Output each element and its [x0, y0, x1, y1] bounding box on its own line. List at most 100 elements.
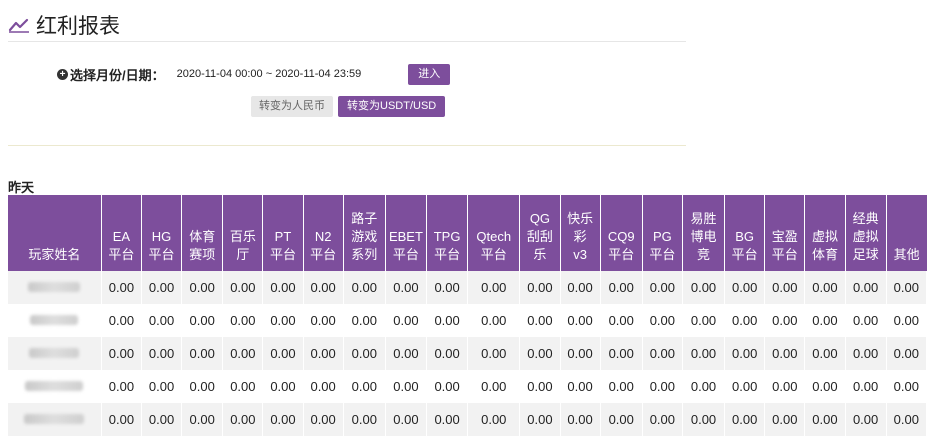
currency-toggle: 转变为人民币 转变为USDT/USD [251, 96, 446, 117]
period-label: 昨天 [8, 180, 35, 195]
amount-cell: 0.00 [886, 403, 928, 436]
column-header: CQ9 平台 [600, 195, 643, 271]
amount-cell: 0.00 [804, 304, 846, 337]
column-header: 路子 游戏 系列 [343, 195, 386, 271]
redacted-player-name [30, 315, 79, 325]
amount-cell: 0.00 [519, 370, 561, 403]
amount-cell: 0.00 [682, 403, 726, 436]
date-filter: + 选择月份/日期： 2020-11-04 00:00 ~ 2020-11-04… [57, 63, 451, 85]
section-divider [8, 145, 686, 146]
amount-cell: 0.00 [343, 337, 386, 370]
column-header: 虚拟 体育 [804, 195, 846, 271]
amount-cell: 0.00 [560, 304, 601, 337]
amount-cell: 0.00 [682, 370, 726, 403]
amount-cell: 0.00 [262, 271, 304, 304]
amount-cell: 0.00 [642, 370, 683, 403]
amount-cell: 0.00 [519, 271, 561, 304]
amount-cell: 0.00 [886, 271, 928, 304]
player-name-cell [8, 304, 102, 337]
column-header: 快乐 彩 v3 [560, 195, 601, 271]
amount-cell: 0.00 [519, 304, 561, 337]
amount-cell: 0.00 [845, 370, 887, 403]
amount-cell: 0.00 [222, 337, 264, 370]
amount-cell: 0.00 [519, 403, 561, 436]
amount-cell: 0.00 [303, 337, 344, 370]
convert-usd-button[interactable]: 转变为USDT/USD [338, 96, 446, 117]
amount-cell: 0.00 [886, 370, 928, 403]
convert-rmb-button[interactable]: 转变为人民币 [251, 96, 333, 117]
column-header: Qtech 平台 [467, 195, 521, 271]
table-row: 0.00 0.00 0.00 0.00 0.00 0.00 0.00 0.00 0.00 0.00… [8, 337, 928, 370]
player-name-cell [8, 337, 102, 370]
amount-cell: 0.00 [181, 370, 224, 403]
amount-cell: 0.00 [141, 304, 183, 337]
amount-cell: 0.00 [262, 403, 304, 436]
amount-cell: 0.00 [467, 370, 521, 403]
amount-cell: 0.00 [222, 271, 264, 304]
column-header: HG 平台 [141, 195, 183, 271]
amount-cell: 0.00 [262, 337, 304, 370]
amount-cell: 0.00 [642, 304, 683, 337]
column-header: TPG 平台 [426, 195, 469, 271]
amount-cell: 0.00 [804, 370, 846, 403]
amount-cell: 0.00 [519, 337, 561, 370]
amount-cell: 0.00 [385, 403, 428, 436]
amount-cell: 0.00 [303, 403, 344, 436]
column-header: 易胜 博电 竞 [682, 195, 726, 271]
amount-cell: 0.00 [426, 337, 469, 370]
column-header: 其他 [886, 195, 927, 271]
amount-cell: 0.00 [600, 370, 643, 403]
amount-cell: 0.00 [845, 304, 887, 337]
redacted-player-name [25, 381, 84, 391]
dividend-report-table: 玩家姓名 EA 平台 HG 平台 体育 赛项 百乐 厅 PT 平台 N2 平台 路子 游戏 系… [8, 195, 928, 436]
amount-cell: 0.00 [804, 403, 846, 436]
date-filter-label: 选择月份/日期： [70, 67, 165, 83]
column-header: EBET 平台 [385, 195, 428, 271]
amount-cell: 0.00 [385, 370, 428, 403]
amount-cell: 0.00 [181, 403, 224, 436]
redacted-player-name [29, 348, 80, 358]
amount-cell: 0.00 [141, 403, 183, 436]
amount-cell: 0.00 [724, 304, 766, 337]
column-header: EA 平台 [101, 195, 142, 271]
amount-cell: 0.00 [467, 337, 521, 370]
amount-cell: 0.00 [764, 271, 806, 304]
amount-cell: 0.00 [467, 271, 521, 304]
amount-cell: 0.00 [600, 271, 643, 304]
column-header: PT 平台 [262, 195, 304, 271]
amount-cell: 0.00 [343, 304, 386, 337]
date-range-field[interactable]: 2020-11-04 00:00 ~ 2020-11-04 23:59 [177, 68, 362, 80]
amount-cell: 0.00 [343, 271, 386, 304]
column-header: PG 平台 [642, 195, 683, 271]
table-row: 0.00 0.00 0.00 0.00 0.00 0.00 0.00 0.00 0.00 0.00… [8, 370, 928, 403]
amount-cell: 0.00 [804, 271, 846, 304]
amount-cell: 0.00 [764, 403, 806, 436]
amount-cell: 0.00 [804, 337, 846, 370]
amount-cell: 0.00 [467, 403, 521, 436]
amount-cell: 0.00 [303, 271, 344, 304]
column-header: 体育 赛项 [181, 195, 224, 271]
player-name-cell [8, 271, 102, 304]
amount-cell: 0.00 [682, 304, 726, 337]
amount-cell: 0.00 [303, 370, 344, 403]
amount-cell: 0.00 [141, 271, 183, 304]
amount-cell: 0.00 [426, 304, 469, 337]
amount-cell: 0.00 [303, 304, 344, 337]
amount-cell: 0.00 [181, 304, 224, 337]
amount-cell: 0.00 [467, 304, 521, 337]
amount-cell: 0.00 [181, 337, 224, 370]
enter-button[interactable]: 进入 [408, 63, 451, 85]
column-header: BG 平台 [724, 195, 766, 271]
column-header: 百乐 厅 [222, 195, 264, 271]
amount-cell: 0.00 [426, 403, 469, 436]
plus-circle-icon: + [57, 68, 68, 80]
amount-cell: 0.00 [682, 271, 726, 304]
amount-cell: 0.00 [845, 271, 887, 304]
table-header-row: 玩家姓名 EA 平台 HG 平台 体育 赛项 百乐 厅 PT 平台 N2 平台 路子 游戏 系… [8, 195, 927, 271]
column-header: QG 刮刮 乐 [519, 195, 561, 271]
table-row: 0.00 0.00 0.00 0.00 0.00 0.00 0.00 0.00 0.00 0.00… [8, 403, 928, 436]
amount-cell: 0.00 [101, 403, 142, 436]
table-row: 0.00 0.00 0.00 0.00 0.00 0.00 0.00 0.00 0.00 0.00… [8, 304, 928, 337]
amount-cell: 0.00 [101, 370, 142, 403]
amount-cell: 0.00 [101, 337, 142, 370]
